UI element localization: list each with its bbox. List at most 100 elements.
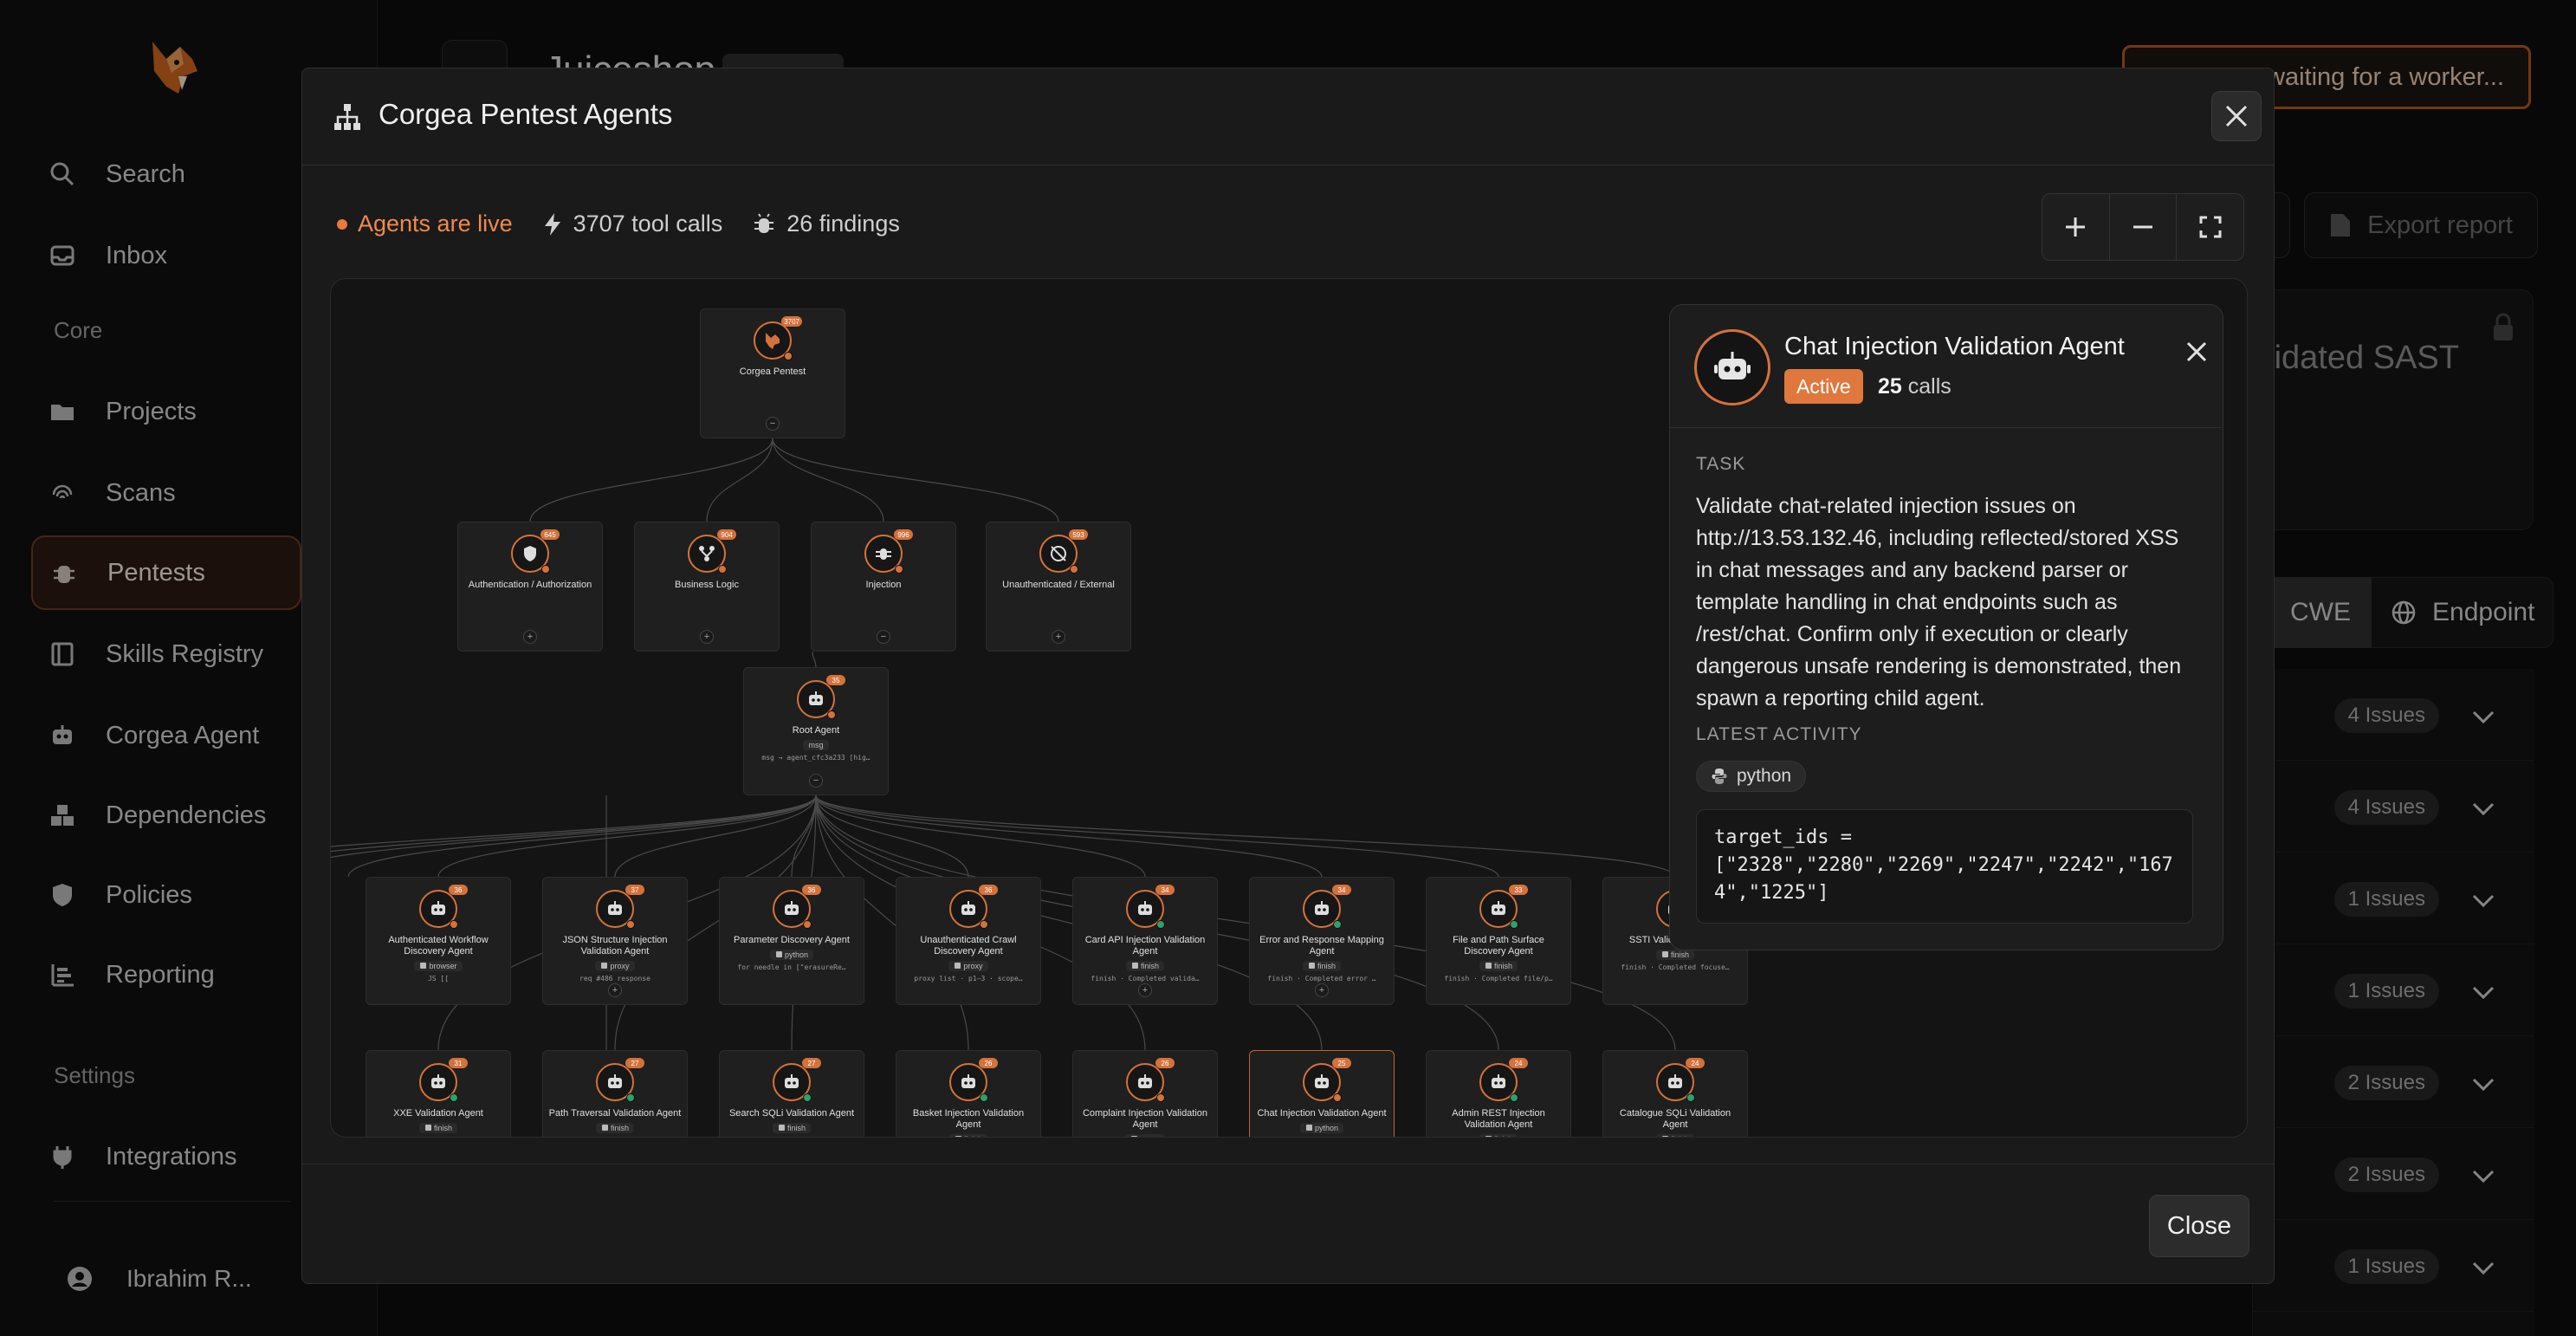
graph-node-agent[interactable]: 36 Authenticated Workflow Discovery Agen… xyxy=(366,877,511,1005)
graph-node-agent[interactable]: 33 File and Path Surface Discovery Agent… xyxy=(1426,877,1571,1005)
graph-node-agent[interactable]: 37 JSON Structure Injection Validation A… xyxy=(542,877,688,1005)
node-tool-chip: browser xyxy=(414,961,463,971)
node-call-badge: 26 xyxy=(1155,1058,1175,1068)
node-label: Chat Injection Validation Agent xyxy=(1257,1108,1387,1119)
node-expand-toggle[interactable]: − xyxy=(877,630,890,644)
node-call-badge: 37 xyxy=(625,885,644,895)
node-avatar: 36 xyxy=(949,885,998,929)
node-label: Root Agent xyxy=(792,725,840,736)
robot-icon xyxy=(431,901,445,915)
node-tool-name: finish xyxy=(1494,1135,1512,1137)
graph-node-category[interactable]: 904 Business Logic + xyxy=(634,522,780,652)
node-last-activity: finish · Completed focuse… xyxy=(1621,963,1730,971)
node-last-activity: finish · Completed error … xyxy=(1267,975,1376,983)
node-status-dot xyxy=(784,352,793,360)
graph-node-agent[interactable]: 27 Search SQLi Validation Agent finish f… xyxy=(719,1050,864,1137)
node-tool-name: python xyxy=(1314,1124,1339,1132)
graph-node-root-agent[interactable]: 35 Root Agent msg msg → agent_cfc3a233 [… xyxy=(743,667,889,795)
node-call-badge: 24 xyxy=(1686,1058,1705,1068)
node-avatar: 26 xyxy=(949,1058,998,1102)
pentest-agents-modal: Corgea Pentest Agents Agents are live 37… xyxy=(301,68,2275,1284)
node-tool-chip: finish xyxy=(1302,961,1341,971)
graph-node-agent[interactable]: 24 Admin REST Injection Validation Agent… xyxy=(1426,1050,1571,1137)
node-last-activity: finish · Completed XML in… xyxy=(373,1137,503,1138)
graph-node-agent[interactable]: 36 Unauthenticated Crawl Discovery Agent… xyxy=(896,877,1041,1005)
node-tool-name: finish xyxy=(1670,950,1689,959)
node-tool-chip: proxy xyxy=(595,961,635,971)
node-tool-name: finish xyxy=(1493,962,1512,970)
modal-title: Corgea Pentest Agents xyxy=(379,98,673,130)
fit-view-button[interactable] xyxy=(2177,194,2243,260)
findings-text: 26 findings xyxy=(786,211,900,237)
close-button[interactable]: Close xyxy=(2149,1195,2249,1257)
graph-node-agent[interactable]: 34 Card API Injection Validation Agent f… xyxy=(1072,877,1218,1005)
node-status-dot xyxy=(450,1093,458,1102)
agent-avatar xyxy=(1694,329,1770,405)
node-expand-toggle[interactable]: + xyxy=(1315,983,1329,997)
corgi-icon xyxy=(766,333,780,349)
zoom-out-button[interactable] xyxy=(2110,194,2178,260)
node-label: Card API Injection Validation Agent xyxy=(1084,935,1206,957)
node-tool-name: finish xyxy=(786,1124,806,1132)
node-expand-toggle[interactable]: + xyxy=(523,630,537,644)
graph-edge xyxy=(815,794,1676,878)
graph-edge xyxy=(812,651,817,668)
graph-node-agent[interactable]: 36 Parameter Discovery Agent python for … xyxy=(719,877,864,1005)
node-status-dot xyxy=(626,920,635,929)
agent-call-count-value: 25 xyxy=(1878,374,1902,399)
node-label: Unauthenticated Crawl Discovery Agent xyxy=(920,935,1017,957)
agents-live-text: Agents are live xyxy=(358,211,513,237)
zoom-in-button[interactable] xyxy=(2042,194,2110,260)
graph-node-agent[interactable]: 24 Catalogue SQLi Validation Agent finis… xyxy=(1602,1050,1748,1137)
graph-node-category[interactable]: 996 Injection − xyxy=(811,522,956,652)
node-collapse-toggle[interactable]: − xyxy=(766,417,780,431)
graph-node-root[interactable]: 3707 Corgea Pentest − xyxy=(700,308,845,438)
node-tool-chip: finish xyxy=(418,1123,457,1133)
node-tool-name: proxy xyxy=(1140,1135,1159,1137)
minus-icon xyxy=(2133,225,2152,229)
node-expand-toggle[interactable]: + xyxy=(608,983,622,997)
node-tool-chip: proxy xyxy=(1125,1134,1165,1137)
node-last-activity: finish · Completed valida… xyxy=(1091,975,1200,983)
robot-icon xyxy=(785,901,799,915)
graph-edge xyxy=(772,438,1059,522)
node-expand-toggle[interactable]: + xyxy=(1052,630,1065,644)
node-tool-name: finish xyxy=(1140,962,1159,970)
graph-node-agent-selected[interactable]: 25 Chat Injection Validation Agent pytho… xyxy=(1249,1050,1395,1137)
node-call-badge: 25 xyxy=(1332,1058,1351,1068)
modal-close-button[interactable] xyxy=(2211,91,2262,141)
node-expand-toggle[interactable]: + xyxy=(1138,983,1152,997)
node-status-dot xyxy=(803,920,812,929)
node-avatar: 34 xyxy=(1126,885,1175,929)
close-icon[interactable] xyxy=(2181,336,2212,367)
graph-node-category[interactable]: 593 Unauthenticated / External + xyxy=(986,522,1131,652)
agent-detail-header: Chat Injection Validation Agent Active 2… xyxy=(1670,305,2223,428)
node-status-dot xyxy=(803,1093,812,1102)
graph-edge xyxy=(347,794,817,878)
node-call-badge: 34 xyxy=(1155,885,1175,895)
node-label: Injection xyxy=(865,580,902,590)
agent-call-count-label: calls xyxy=(1907,374,1951,399)
graph-node-category[interactable]: 645 Authentication / Authorization + xyxy=(457,522,603,652)
graph-edge xyxy=(706,438,773,522)
agent-task-description: Validate chat-related injection issues o… xyxy=(1696,494,2182,710)
graph-node-agent[interactable]: 26 Complaint Injection Validation Agent … xyxy=(1072,1050,1218,1137)
node-last-activity: finish · Completed file/p… xyxy=(1444,975,1553,983)
node-status-dot xyxy=(626,1093,635,1102)
node-collapse-toggle[interactable]: − xyxy=(809,774,823,788)
robot-icon xyxy=(1668,1074,1682,1088)
graph-node-agent[interactable]: 31 XXE Validation Agent finish finish · … xyxy=(366,1050,511,1138)
node-label: Complaint Injection Validation Agent xyxy=(1082,1108,1208,1130)
graph-edge xyxy=(815,794,1146,878)
graph-node-agent[interactable]: 26 Basket Injection Validation Agent fin… xyxy=(896,1050,1041,1137)
graph-node-agent[interactable]: 34 Error and Response Mapping Agent fini… xyxy=(1249,877,1395,1005)
node-avatar: 27 xyxy=(596,1058,644,1102)
node-avatar: 996 xyxy=(864,529,913,574)
node-status-dot xyxy=(1156,1093,1165,1102)
graph-node-agent[interactable]: 27 Path Traversal Validation Agent finis… xyxy=(542,1050,688,1137)
node-call-badge: 904 xyxy=(717,529,736,540)
node-label: XXE Validation Agent xyxy=(393,1108,483,1119)
node-status-dot xyxy=(980,920,988,929)
node-last-activity: JS [[ xyxy=(427,975,450,983)
node-expand-toggle[interactable]: + xyxy=(700,630,714,644)
